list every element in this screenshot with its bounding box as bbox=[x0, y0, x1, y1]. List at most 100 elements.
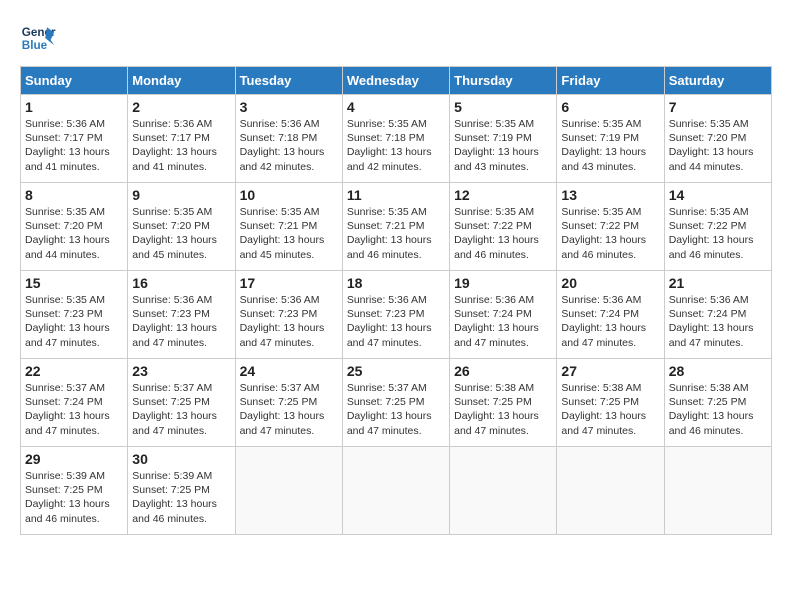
day-info: Sunrise: 5:36 AM Sunset: 7:23 PM Dayligh… bbox=[240, 293, 338, 350]
day-number: 26 bbox=[454, 363, 552, 379]
day-number: 8 bbox=[25, 187, 123, 203]
calendar-cell: 11 Sunrise: 5:35 AM Sunset: 7:21 PM Dayli… bbox=[342, 183, 449, 271]
col-header-thursday: Thursday bbox=[450, 67, 557, 95]
day-info: Sunrise: 5:35 AM Sunset: 7:21 PM Dayligh… bbox=[347, 205, 445, 262]
day-number: 9 bbox=[132, 187, 230, 203]
day-info: Sunrise: 5:38 AM Sunset: 7:25 PM Dayligh… bbox=[454, 381, 552, 438]
calendar-cell: 21 Sunrise: 5:36 AM Sunset: 7:24 PM Dayli… bbox=[664, 271, 771, 359]
day-number: 3 bbox=[240, 99, 338, 115]
day-number: 19 bbox=[454, 275, 552, 291]
calendar-cell: 3 Sunrise: 5:36 AM Sunset: 7:18 PM Daylig… bbox=[235, 95, 342, 183]
day-info: Sunrise: 5:35 AM Sunset: 7:22 PM Dayligh… bbox=[561, 205, 659, 262]
day-number: 5 bbox=[454, 99, 552, 115]
header: General Blue bbox=[20, 20, 772, 56]
calendar-cell: 4 Sunrise: 5:35 AM Sunset: 7:18 PM Daylig… bbox=[342, 95, 449, 183]
col-header-sunday: Sunday bbox=[21, 67, 128, 95]
col-header-monday: Monday bbox=[128, 67, 235, 95]
calendar-cell: 25 Sunrise: 5:37 AM Sunset: 7:25 PM Dayli… bbox=[342, 359, 449, 447]
day-info: Sunrise: 5:35 AM Sunset: 7:20 PM Dayligh… bbox=[132, 205, 230, 262]
day-info: Sunrise: 5:35 AM Sunset: 7:19 PM Dayligh… bbox=[561, 117, 659, 174]
calendar-cell: 9 Sunrise: 5:35 AM Sunset: 7:20 PM Daylig… bbox=[128, 183, 235, 271]
day-info: Sunrise: 5:35 AM Sunset: 7:19 PM Dayligh… bbox=[454, 117, 552, 174]
calendar-cell: 20Sunrise: 5:36 AM Sunset: 7:24 PM Dayli… bbox=[557, 271, 664, 359]
calendar-cell: 13 Sunrise: 5:35 AM Sunset: 7:22 PM Dayli… bbox=[557, 183, 664, 271]
calendar-cell: 17 Sunrise: 5:36 AM Sunset: 7:23 PM Dayli… bbox=[235, 271, 342, 359]
calendar-cell bbox=[664, 447, 771, 535]
col-header-saturday: Saturday bbox=[664, 67, 771, 95]
calendar-cell bbox=[235, 447, 342, 535]
calendar-cell: 7 Sunrise: 5:35 AM Sunset: 7:20 PM Daylig… bbox=[664, 95, 771, 183]
calendar-cell: 2 Sunrise: 5:36 AM Sunset: 7:17 PM Daylig… bbox=[128, 95, 235, 183]
day-number: 25 bbox=[347, 363, 445, 379]
calendar-cell: 28Sunrise: 5:38 AM Sunset: 7:25 PM Dayli… bbox=[664, 359, 771, 447]
calendar-cell: 15 Sunrise: 5:35 AM Sunset: 7:23 PM Dayli… bbox=[21, 271, 128, 359]
day-info: Sunrise: 5:37 AM Sunset: 7:25 PM Dayligh… bbox=[132, 381, 230, 438]
calendar-cell bbox=[557, 447, 664, 535]
day-info: Sunrise: 5:35 AM Sunset: 7:23 PM Dayligh… bbox=[25, 293, 123, 350]
calendar-cell: 1 Sunrise: 5:36 AM Sunset: 7:17 PM Daylig… bbox=[21, 95, 128, 183]
day-info: Sunrise: 5:39 AM Sunset: 7:25 PM Dayligh… bbox=[25, 469, 123, 526]
calendar-cell: 10Sunrise: 5:35 AM Sunset: 7:21 PM Dayli… bbox=[235, 183, 342, 271]
day-number: 16 bbox=[132, 275, 230, 291]
day-number: 1 bbox=[25, 99, 123, 115]
calendar-cell: 6 Sunrise: 5:35 AM Sunset: 7:19 PM Daylig… bbox=[557, 95, 664, 183]
day-number: 30 bbox=[132, 451, 230, 467]
day-info: Sunrise: 5:35 AM Sunset: 7:18 PM Dayligh… bbox=[347, 117, 445, 174]
calendar-cell: 5 Sunrise: 5:35 AM Sunset: 7:19 PM Daylig… bbox=[450, 95, 557, 183]
day-info: Sunrise: 5:36 AM Sunset: 7:23 PM Dayligh… bbox=[347, 293, 445, 350]
calendar-cell bbox=[450, 447, 557, 535]
day-number: 12 bbox=[454, 187, 552, 203]
calendar-cell: 18 Sunrise: 5:36 AM Sunset: 7:23 PM Dayli… bbox=[342, 271, 449, 359]
logo: General Blue bbox=[20, 20, 62, 56]
calendar-cell: 14 Sunrise: 5:35 AM Sunset: 7:22 PM Dayli… bbox=[664, 183, 771, 271]
calendar-cell: 23 Sunrise: 5:37 AM Sunset: 7:25 PM Dayli… bbox=[128, 359, 235, 447]
calendar-cell bbox=[342, 447, 449, 535]
day-number: 6 bbox=[561, 99, 659, 115]
col-header-tuesday: Tuesday bbox=[235, 67, 342, 95]
col-header-friday: Friday bbox=[557, 67, 664, 95]
day-number: 13 bbox=[561, 187, 659, 203]
day-number: 4 bbox=[347, 99, 445, 115]
day-info: Sunrise: 5:35 AM Sunset: 7:22 PM Dayligh… bbox=[669, 205, 767, 262]
day-info: Sunrise: 5:35 AM Sunset: 7:21 PM Dayligh… bbox=[240, 205, 338, 262]
day-info: Sunrise: 5:36 AM Sunset: 7:17 PM Dayligh… bbox=[132, 117, 230, 174]
day-number: 15 bbox=[25, 275, 123, 291]
day-info: Sunrise: 5:36 AM Sunset: 7:17 PM Dayligh… bbox=[25, 117, 123, 174]
calendar-cell: 24 Sunrise: 5:37 AM Sunset: 7:25 PM Dayli… bbox=[235, 359, 342, 447]
calendar-cell: 29 Sunrise: 5:39 AM Sunset: 7:25 PM Dayli… bbox=[21, 447, 128, 535]
col-header-wednesday: Wednesday bbox=[342, 67, 449, 95]
day-info: Sunrise: 5:35 AM Sunset: 7:20 PM Dayligh… bbox=[25, 205, 123, 262]
day-info: Sunrise: 5:37 AM Sunset: 7:25 PM Dayligh… bbox=[347, 381, 445, 438]
calendar-cell: 12 Sunrise: 5:35 AM Sunset: 7:22 PM Dayli… bbox=[450, 183, 557, 271]
day-number: 24 bbox=[240, 363, 338, 379]
calendar-cell: 30 Sunrise: 5:39 AM Sunset: 7:25 PM Dayli… bbox=[128, 447, 235, 535]
calendar-table: SundayMondayTuesdayWednesdayThursdayFrid… bbox=[20, 66, 772, 535]
day-info: Sunrise: 5:36 AM Sunset: 7:24 PM Dayligh… bbox=[454, 293, 552, 350]
day-number: 14 bbox=[669, 187, 767, 203]
day-info: Sunrise: 5:36 AM Sunset: 7:24 PM Dayligh… bbox=[669, 293, 767, 350]
calendar-cell: 22Sunrise: 5:37 AM Sunset: 7:24 PM Dayli… bbox=[21, 359, 128, 447]
day-info: Sunrise: 5:36 AM Sunset: 7:23 PM Dayligh… bbox=[132, 293, 230, 350]
day-number: 20 bbox=[561, 275, 659, 291]
day-info: Sunrise: 5:37 AM Sunset: 7:25 PM Dayligh… bbox=[240, 381, 338, 438]
day-info: Sunrise: 5:38 AM Sunset: 7:25 PM Dayligh… bbox=[561, 381, 659, 438]
calendar-cell: 16 Sunrise: 5:36 AM Sunset: 7:23 PM Dayli… bbox=[128, 271, 235, 359]
day-number: 2 bbox=[132, 99, 230, 115]
day-info: Sunrise: 5:35 AM Sunset: 7:20 PM Dayligh… bbox=[669, 117, 767, 174]
day-number: 29 bbox=[25, 451, 123, 467]
day-number: 21 bbox=[669, 275, 767, 291]
day-number: 11 bbox=[347, 187, 445, 203]
day-number: 23 bbox=[132, 363, 230, 379]
day-number: 22 bbox=[25, 363, 123, 379]
calendar-cell: 19 Sunrise: 5:36 AM Sunset: 7:24 PM Dayli… bbox=[450, 271, 557, 359]
day-number: 18 bbox=[347, 275, 445, 291]
calendar-cell: 27Sunrise: 5:38 AM Sunset: 7:25 PM Dayli… bbox=[557, 359, 664, 447]
day-info: Sunrise: 5:39 AM Sunset: 7:25 PM Dayligh… bbox=[132, 469, 230, 526]
day-info: Sunrise: 5:35 AM Sunset: 7:22 PM Dayligh… bbox=[454, 205, 552, 262]
day-info: Sunrise: 5:38 AM Sunset: 7:25 PM Dayligh… bbox=[669, 381, 767, 438]
day-info: Sunrise: 5:36 AM Sunset: 7:18 PM Dayligh… bbox=[240, 117, 338, 174]
day-number: 17 bbox=[240, 275, 338, 291]
svg-text:Blue: Blue bbox=[22, 39, 48, 52]
day-number: 7 bbox=[669, 99, 767, 115]
calendar-cell: 8 Sunrise: 5:35 AM Sunset: 7:20 PM Daylig… bbox=[21, 183, 128, 271]
